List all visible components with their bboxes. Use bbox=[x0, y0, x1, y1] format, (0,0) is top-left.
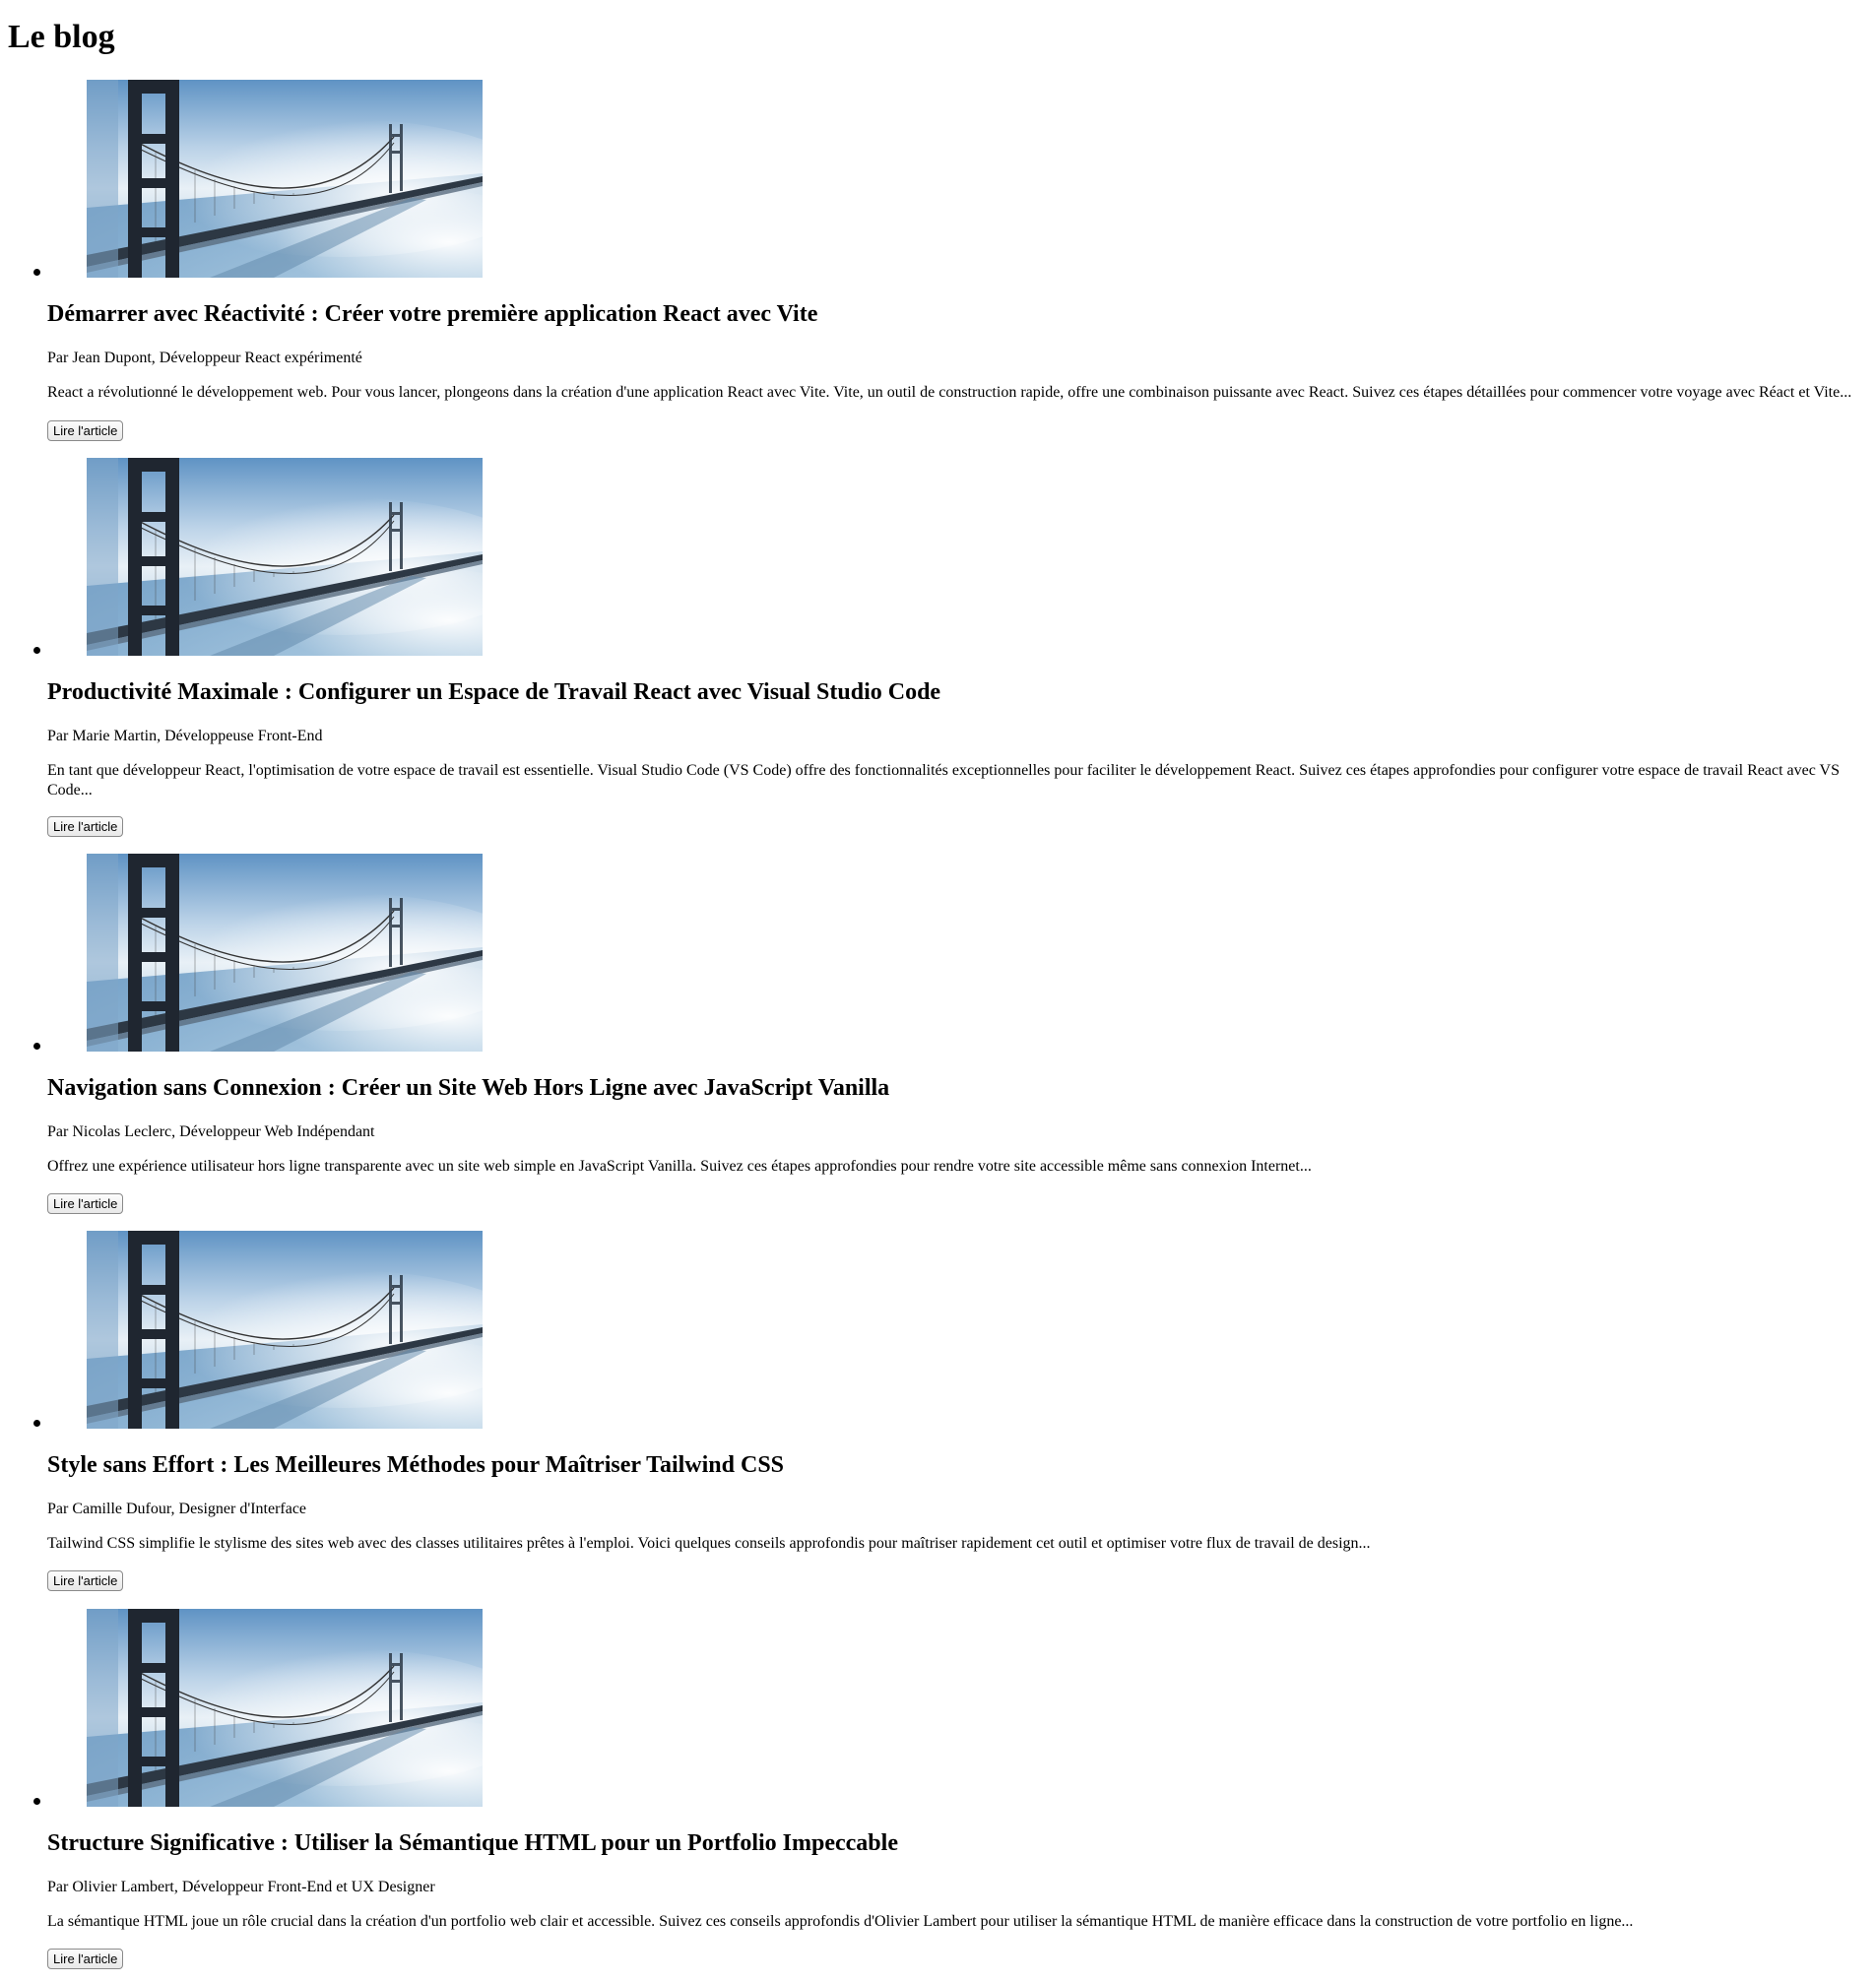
article-author: Par Olivier Lambert, Développeur Front-E… bbox=[47, 1879, 435, 1895]
read-article-button[interactable]: Lire l'article bbox=[47, 816, 124, 837]
article-title: Navigation sans Connexion : Créer un Sit… bbox=[47, 1075, 890, 1101]
bridge-photo bbox=[87, 1231, 483, 1429]
article-excerpt: Offrez une expérience utilisateur hors l… bbox=[47, 1158, 1312, 1175]
article-image bbox=[87, 458, 483, 656]
article-excerpt: La sémantique HTML joue un rôle crucial … bbox=[47, 1913, 1634, 1930]
article-title: Style sans Effort : Les Meilleures Métho… bbox=[47, 1452, 785, 1478]
read-article-button[interactable]: Lire l'article bbox=[47, 1193, 124, 1214]
list-bullet bbox=[33, 647, 40, 654]
article-title: Structure Significative : Utiliser la Sé… bbox=[47, 1830, 898, 1856]
article-excerpt: En tant que développeur React, l'optimis… bbox=[47, 762, 1840, 799]
read-article-button[interactable]: Lire l'article bbox=[47, 1949, 124, 1969]
read-article-button[interactable]: Lire l'article bbox=[47, 420, 124, 441]
list-bullet bbox=[33, 1043, 40, 1050]
article-author: Par Nicolas Leclerc, Développeur Web Ind… bbox=[47, 1123, 375, 1140]
read-article-button[interactable]: Lire l'article bbox=[47, 1570, 124, 1591]
article-excerpt: React a révolutionné le développement we… bbox=[47, 384, 1852, 401]
bridge-photo bbox=[87, 458, 483, 656]
article-excerpt: Tailwind CSS simplifie le stylisme des s… bbox=[47, 1535, 1371, 1552]
blog-page: Le blog Démarrer avec Réactivité: Créer… bbox=[0, 0, 1876, 1983]
article-author: Par Marie Martin, Développeuse Front-End bbox=[47, 728, 323, 744]
article-image bbox=[87, 1609, 483, 1807]
article-title: Productivité Maximale : Configurer un Es… bbox=[47, 679, 941, 705]
article-image bbox=[87, 854, 483, 1052]
bridge-photo bbox=[87, 854, 483, 1052]
article-image bbox=[87, 1231, 483, 1429]
list-bullet bbox=[33, 1798, 40, 1805]
article-item: Structure Significative : Utiliser la Sé… bbox=[0, 0, 1876, 1969]
list-bullet bbox=[33, 1420, 40, 1427]
bridge-photo bbox=[87, 1609, 483, 1807]
article-author: Par Camille Dufour, Designer d'Interface bbox=[47, 1501, 307, 1517]
